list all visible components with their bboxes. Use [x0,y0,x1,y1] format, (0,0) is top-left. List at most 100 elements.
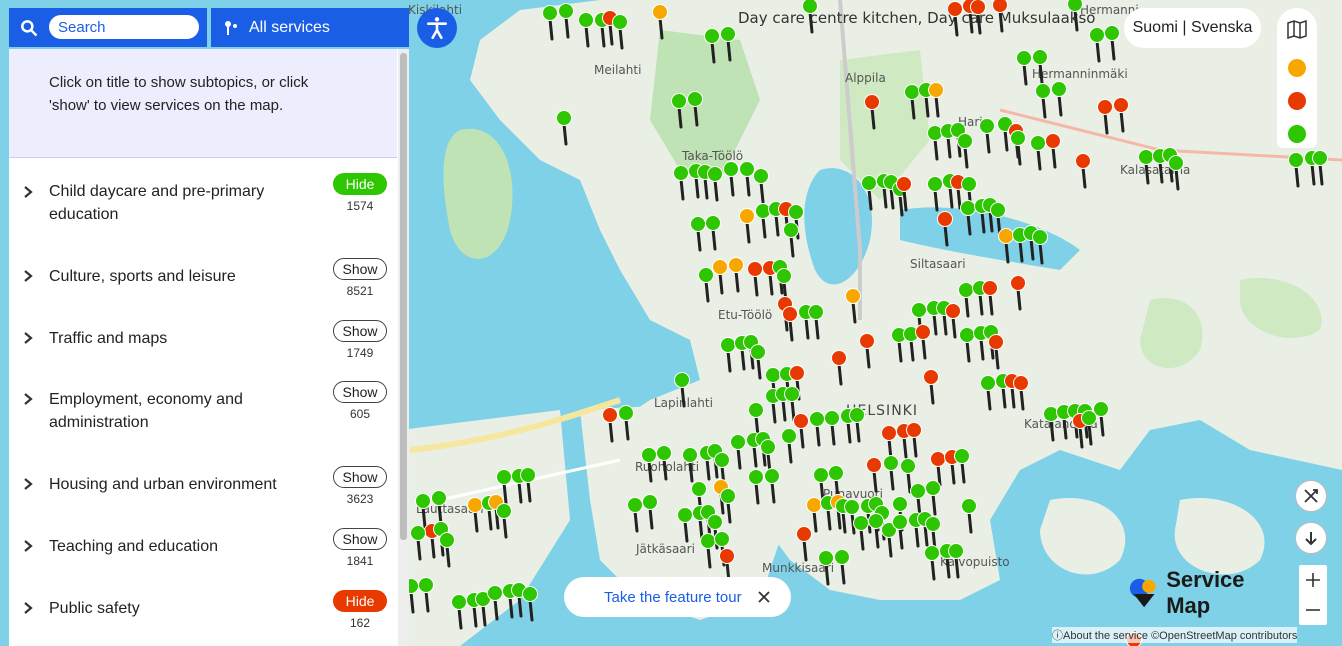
service-marker[interactable] [861,175,877,191]
service-marker[interactable] [542,5,558,21]
service-marker[interactable] [556,110,572,126]
osm-attribution[interactable]: ©OpenStreetMap contributors [1151,630,1297,642]
service-marker[interactable] [627,497,643,513]
zoom-out-button[interactable] [1299,595,1327,625]
service-marker[interactable] [720,488,736,504]
service-marker[interactable] [1104,25,1120,41]
service-marker[interactable] [720,26,736,42]
service-marker[interactable] [959,327,975,343]
service-marker[interactable] [671,93,687,109]
service-marker[interactable] [802,0,818,14]
service-marker[interactable] [979,118,995,134]
service-marker[interactable] [642,494,658,510]
service-marker[interactable] [961,498,977,514]
service-marker[interactable] [1051,81,1067,97]
chevron-right-icon[interactable] [23,392,33,406]
category-toggle-button[interactable]: Show [333,466,387,488]
service-marker[interactable] [1010,130,1026,146]
category-toggle-button[interactable]: Hide [333,590,387,612]
service-marker[interactable] [704,28,720,44]
service-marker[interactable] [674,372,690,388]
service-marker[interactable] [558,3,574,19]
service-marker[interactable] [992,0,1008,13]
service-marker[interactable] [980,375,996,391]
accessibility-button[interactable] [417,8,457,48]
category-toggle-button[interactable]: Show [333,320,387,342]
service-marker[interactable] [410,525,426,541]
category-title[interactable]: Child daycare and pre-primary education [49,180,289,226]
service-marker[interactable] [618,405,634,421]
service-marker[interactable] [712,259,728,275]
service-marker[interactable] [496,503,512,519]
service-marker[interactable] [682,447,698,463]
service-marker[interactable] [911,302,927,318]
service-marker[interactable] [1035,83,1051,99]
service-marker[interactable] [793,413,809,429]
service-marker[interactable] [730,434,746,450]
service-marker[interactable] [1045,133,1061,149]
service-marker[interactable] [788,204,804,220]
service-marker[interactable] [431,490,447,506]
chevron-right-icon[interactable] [23,331,33,345]
service-marker[interactable] [1067,0,1083,12]
service-marker[interactable] [789,365,805,381]
category-title[interactable]: Public safety [49,597,289,620]
service-marker[interactable] [970,0,986,15]
service-marker[interactable] [765,367,781,383]
service-marker[interactable] [677,507,693,523]
service-marker[interactable] [954,448,970,464]
category-title[interactable]: Teaching and education [49,535,289,558]
service-marker[interactable] [923,369,939,385]
category-title[interactable]: Employment, economy and administration [49,388,289,434]
service-marker[interactable] [1081,410,1097,426]
service-marker[interactable] [1113,97,1129,113]
service-marker[interactable] [853,515,869,531]
service-marker[interactable] [896,176,912,192]
service-marker[interactable] [1016,50,1032,66]
service-marker[interactable] [844,499,860,515]
service-marker[interactable] [760,439,776,455]
service-marker[interactable] [747,261,763,277]
category-title[interactable]: Housing and urban environment [49,473,289,496]
service-marker[interactable] [764,468,780,484]
service-marker[interactable] [904,84,920,100]
service-marker[interactable] [714,452,730,468]
service-marker[interactable] [881,425,897,441]
zoom-in-button[interactable] [1299,565,1327,595]
service-marker[interactable] [783,222,799,238]
service-marker[interactable] [892,514,908,530]
service-marker[interactable] [691,481,707,497]
service-marker[interactable] [831,350,847,366]
category-title[interactable]: Culture, sports and leisure [49,265,289,288]
service-marker[interactable] [925,480,941,496]
panel-scrollbar[interactable] [398,49,409,646]
service-marker[interactable] [415,493,431,509]
service-marker[interactable] [728,257,744,273]
category-toggle-button[interactable]: Hide [333,173,387,195]
service-marker[interactable] [698,267,714,283]
search-input[interactable] [49,15,199,39]
service-marker[interactable] [813,467,829,483]
service-marker[interactable] [925,516,941,532]
service-marker[interactable] [707,166,723,182]
service-marker[interactable] [451,594,467,610]
service-marker[interactable] [520,467,536,483]
service-marker[interactable] [739,161,755,177]
service-marker[interactable] [859,333,875,349]
service-marker[interactable] [806,497,822,513]
service-marker[interactable] [723,161,739,177]
service-marker[interactable] [578,12,594,28]
service-marker[interactable] [467,497,483,513]
service-marker[interactable] [656,445,672,461]
service-marker[interactable] [776,268,792,284]
measure-tool-button[interactable] [1295,480,1327,512]
service-marker[interactable] [705,215,721,231]
locate-button[interactable] [1295,522,1327,554]
service-marker[interactable] [739,208,755,224]
service-marker[interactable] [1030,135,1046,151]
service-marker[interactable] [687,91,703,107]
service-marker[interactable] [1010,275,1026,291]
service-marker[interactable] [522,586,538,602]
chevron-right-icon[interactable] [23,477,33,491]
service-marker[interactable] [748,469,764,485]
